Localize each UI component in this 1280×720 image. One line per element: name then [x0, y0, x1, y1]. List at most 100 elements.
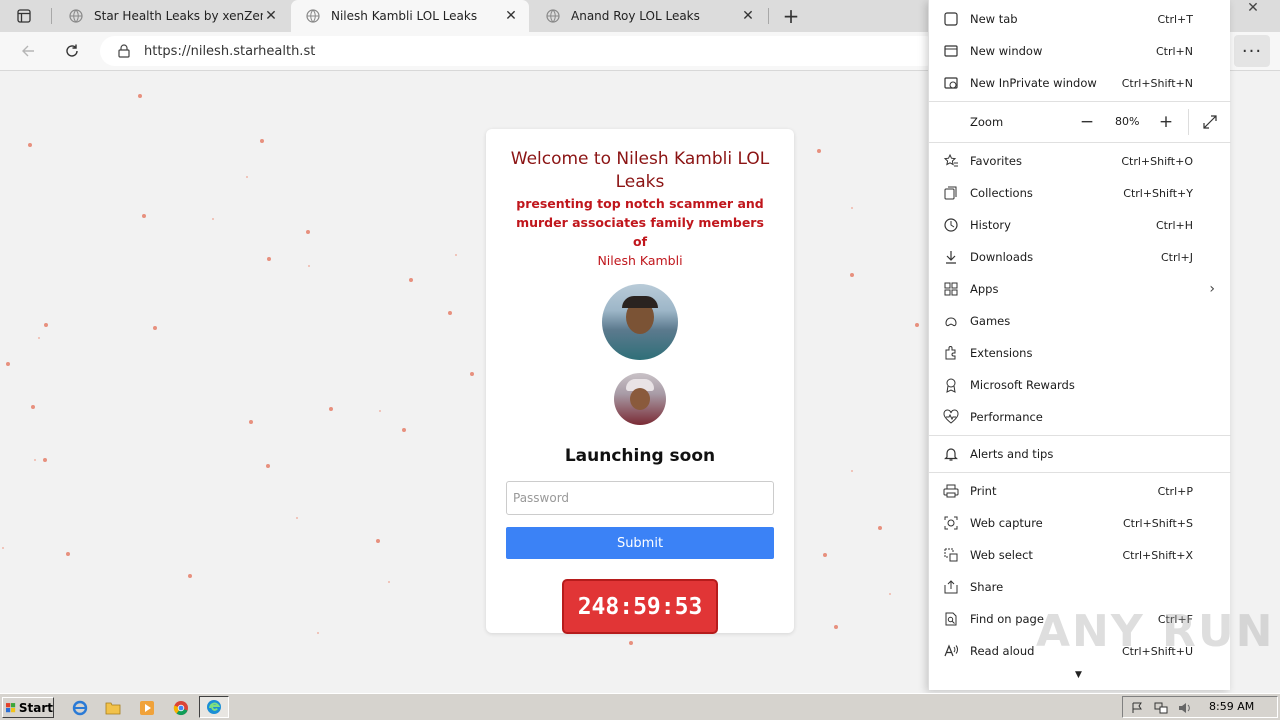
globe-icon: [68, 8, 84, 24]
background-particle: [915, 323, 919, 327]
background-particle: [878, 526, 882, 530]
menu-item-share[interactable]: Share: [929, 571, 1231, 603]
taskbar: Start 8:59 AM: [0, 693, 1280, 720]
flag-icon[interactable]: [1129, 700, 1145, 716]
menu-item-shortcut: Ctrl+N: [1155, 44, 1193, 58]
menu-item-read-aloud[interactable]: Read aloud Ctrl+Shift+U: [929, 635, 1231, 667]
background-particle: [266, 464, 270, 468]
back-button[interactable]: [14, 37, 42, 65]
menu-item-label: Share: [970, 580, 1004, 594]
menu-item-new-window[interactable]: New window Ctrl+N: [929, 35, 1231, 67]
welcome-card: Welcome to Nilesh Kambli LOL Leaks prese…: [486, 129, 794, 634]
menu-scroll-down-icon[interactable]: ▼: [1075, 670, 1082, 680]
background-particle: [851, 470, 853, 472]
menu-item-label: Alerts and tips: [970, 447, 1054, 461]
tab-nilesh-kambli[interactable]: Nilesh Kambli LOL Leaks ✕: [291, 0, 529, 32]
menu-item-web-select[interactable]: Web select Ctrl+Shift+X: [929, 539, 1231, 571]
menu-item-new-inprivate-window[interactable]: New InPrivate window Ctrl+Shift+N: [929, 67, 1231, 99]
menu-item-web-capture[interactable]: Web capture Ctrl+Shift+S: [929, 507, 1231, 539]
menu-item-downloads[interactable]: Downloads Ctrl+J: [929, 241, 1231, 273]
tab-star-health[interactable]: Star Health Leaks by xenZen ✕: [54, 0, 289, 32]
globe-icon: [305, 8, 321, 24]
menu-item-label: New tab: [970, 12, 1018, 26]
tab-anand-roy[interactable]: Anand Roy LOL Leaks ✕: [531, 0, 766, 32]
menu-item-shortcut: Ctrl+J: [1160, 250, 1193, 264]
address-bar[interactable]: https://nilesh.starhealth.st: [100, 36, 940, 66]
menu-item-history[interactable]: History Ctrl+H: [929, 209, 1231, 241]
menu-item-label: Favorites: [970, 154, 1022, 168]
menu-item-shortcut: Ctrl+Shift+S: [1123, 516, 1193, 530]
menu-item-shortcut: Ctrl+F: [1157, 612, 1193, 626]
menu-item-label: Web select: [970, 548, 1033, 562]
background-particle: [38, 337, 40, 339]
avatar-man: [602, 284, 678, 360]
background-particle: [834, 625, 838, 629]
background-particle: [329, 407, 333, 411]
games-icon: [943, 313, 959, 329]
tab-title: Nilesh Kambli LOL Leaks: [331, 9, 478, 23]
menu-item-find-on-page[interactable]: Find on page Ctrl+F: [929, 603, 1231, 635]
network-icon[interactable]: [1153, 700, 1169, 716]
background-particle: [188, 574, 192, 578]
history-icon: [943, 217, 959, 233]
close-tab-icon[interactable]: ✕: [740, 8, 756, 24]
chevron-right-icon: ›: [1209, 281, 1215, 297]
menu-item-games[interactable]: Games: [929, 305, 1231, 337]
menu-item-extensions[interactable]: Extensions: [929, 337, 1231, 369]
submit-button[interactable]: Submit: [506, 527, 774, 559]
menu-item-new-tab[interactable]: New tab Ctrl+T: [929, 3, 1231, 35]
menu-item-label: Downloads: [970, 250, 1034, 264]
background-particle: [142, 214, 146, 218]
ie-icon[interactable]: [70, 698, 90, 718]
zoom-row: Zoom − 80% +: [929, 103, 1231, 141]
menu-item-print[interactable]: Print Ctrl+P: [929, 475, 1231, 507]
window-close-icon[interactable]: ✕: [1236, 0, 1270, 16]
launch-heading: Launching soon: [564, 446, 716, 466]
chrome-icon[interactable]: [171, 698, 191, 718]
tab-title: Anand Roy LOL Leaks: [571, 9, 700, 23]
zoom-in-button[interactable]: +: [1156, 112, 1176, 132]
media-player-icon[interactable]: [137, 698, 157, 718]
menu-item-shortcut: Ctrl+H: [1155, 218, 1193, 232]
menu-item-microsoft-rewards[interactable]: Microsoft Rewards: [929, 369, 1231, 401]
close-tab-icon[interactable]: ✕: [503, 8, 519, 24]
zoom-divider: [1188, 109, 1189, 135]
file-explorer-icon[interactable]: [103, 698, 123, 718]
lock-icon[interactable]: [118, 44, 130, 58]
menu-item-label: Microsoft Rewards: [970, 378, 1075, 392]
menu-item-apps[interactable]: Apps ›: [929, 273, 1231, 305]
menu-item-performance[interactable]: Performance: [929, 401, 1231, 433]
tab-title: Star Health Leaks by xenZen: [94, 9, 263, 23]
menu-item-shortcut: Ctrl+T: [1157, 12, 1193, 26]
menu-item-favorites[interactable]: Favorites Ctrl+Shift+O: [929, 145, 1231, 177]
menu-item-shortcut: Ctrl+P: [1157, 484, 1193, 498]
password-input[interactable]: [506, 481, 774, 515]
background-particle: [317, 632, 319, 634]
background-particle: [448, 311, 452, 315]
menu-item-alerts[interactable]: Alerts and tips: [929, 438, 1231, 470]
refresh-button[interactable]: [58, 37, 86, 65]
background-particle: [470, 372, 474, 376]
fullscreen-icon[interactable]: [1200, 112, 1220, 132]
background-particle: [44, 323, 48, 327]
volume-icon[interactable]: [1177, 700, 1193, 716]
background-particle: [376, 539, 380, 543]
edge-icon[interactable]: [199, 696, 229, 718]
menu-item-collections[interactable]: Collections Ctrl+Shift+Y: [929, 177, 1231, 209]
settings-more-button[interactable]: ···: [1234, 35, 1270, 67]
background-particle: [267, 257, 271, 261]
menu-item-label: History: [970, 218, 1011, 232]
new-tab-icon: [943, 11, 959, 27]
background-particle: [153, 326, 157, 330]
background-particle: [246, 176, 248, 178]
tab-actions-icon[interactable]: [8, 6, 40, 26]
background-particle: [409, 278, 413, 282]
background-particle: [629, 641, 633, 645]
close-tab-icon[interactable]: ✕: [263, 8, 279, 24]
windows-logo-icon: [6, 702, 16, 712]
new-tab-button[interactable]: +: [778, 4, 804, 28]
clock: 8:59 AM: [1209, 700, 1255, 713]
zoom-out-button[interactable]: −: [1077, 112, 1097, 132]
background-particle: [6, 362, 10, 366]
start-button[interactable]: Start: [2, 697, 54, 718]
